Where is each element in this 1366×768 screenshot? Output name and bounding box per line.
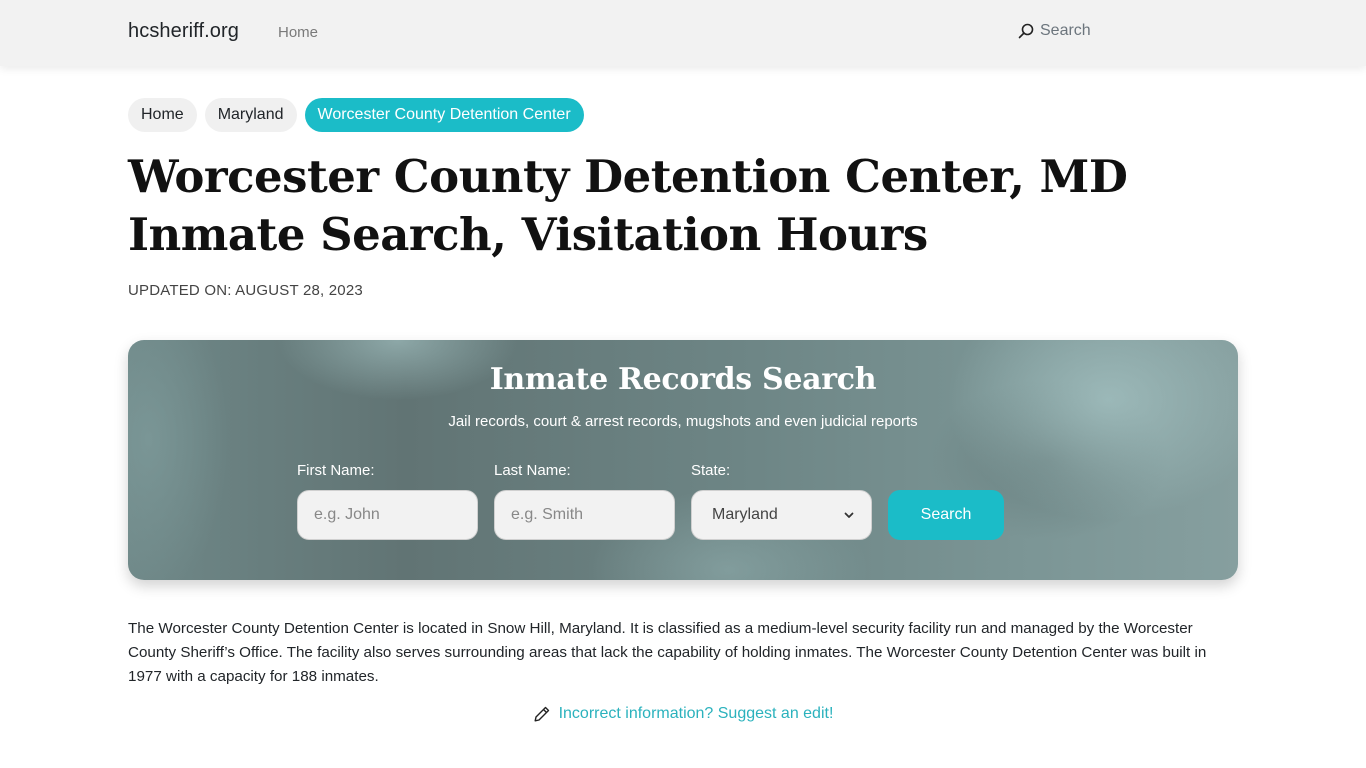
last-name-label: Last Name: xyxy=(494,462,571,479)
updated-date: UPDATED ON: AUGUST 28, 2023 xyxy=(128,282,363,299)
state-selected-value: Maryland xyxy=(712,506,778,523)
inmate-search-card: Inmate Records Search Jail records, cour… xyxy=(128,340,1238,580)
search-icon xyxy=(1018,23,1034,39)
chevron-down-icon xyxy=(844,512,854,518)
breadcrumb: Home Maryland Worcester County Detention… xyxy=(128,98,584,132)
suggest-edit-link[interactable]: Incorrect information? Suggest an edit! xyxy=(559,705,834,723)
search-card-subtitle: Jail records, court & arrest records, mu… xyxy=(448,413,918,430)
breadcrumb-maryland[interactable]: Maryland xyxy=(204,98,297,132)
navbar: hcsheriff.org Home Search xyxy=(0,0,1366,66)
state-label: State: xyxy=(691,462,731,479)
facility-description: The Worcester County Detention Center is… xyxy=(128,620,1207,685)
brand-logo-link[interactable]: hcsheriff.org xyxy=(128,20,239,43)
last-name-input[interactable] xyxy=(494,490,675,540)
suggest-edit: Incorrect information? Suggest an edit! xyxy=(0,705,1366,723)
state-select[interactable]: Maryland xyxy=(691,490,872,540)
nav-home-link[interactable]: Home xyxy=(278,24,318,41)
first-name-label: First Name: xyxy=(297,462,375,479)
breadcrumb-current[interactable]: Worcester County Detention Center xyxy=(304,98,584,132)
pencil-icon xyxy=(534,706,549,722)
search-card-title: Inmate Records Search xyxy=(489,362,877,397)
nav-search-button[interactable]: Search xyxy=(1018,22,1091,40)
page-title: Worcester County Detention Center, MD In… xyxy=(128,150,1128,261)
nav-search-label: Search xyxy=(1040,22,1091,39)
search-button[interactable]: Search xyxy=(888,490,1004,540)
breadcrumb-home[interactable]: Home xyxy=(128,98,197,132)
first-name-input[interactable] xyxy=(297,490,478,540)
